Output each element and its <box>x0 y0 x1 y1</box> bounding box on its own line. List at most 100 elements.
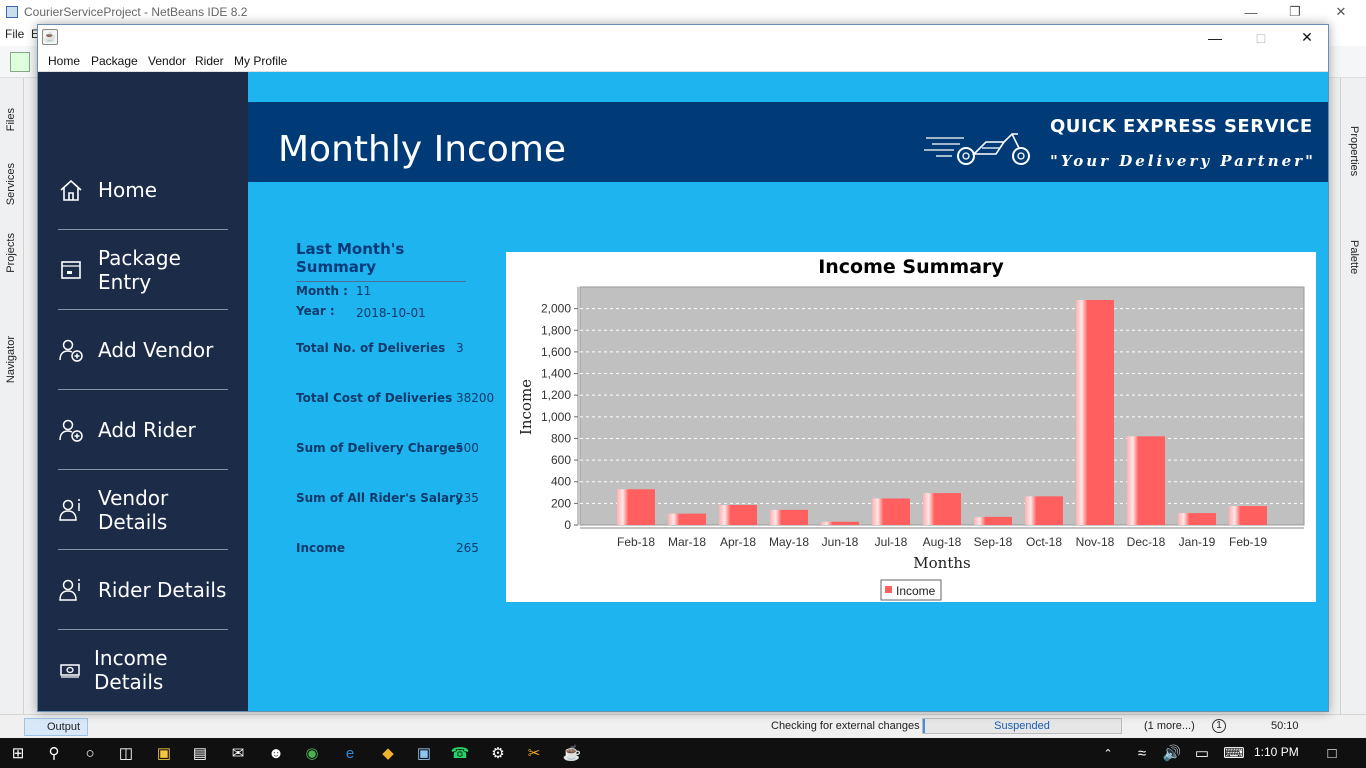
y-tick-label: 1,000 <box>541 410 571 424</box>
tab-services[interactable]: Services <box>5 163 17 205</box>
new-project-icon[interactable] <box>10 52 30 72</box>
sidebar-item-label: Add Rider <box>98 417 196 442</box>
sidebar-item-home[interactable]: Home <box>58 150 228 230</box>
sidebar-item-add-rider[interactable]: Add Rider <box>58 390 228 470</box>
sidebar-item-label: Vendor Details <box>98 485 169 534</box>
income-chart-panel: Income Summary 0 200 400 600 800 1,000 1,200 1,4… <box>506 252 1316 602</box>
app-maximize-button[interactable]: □ <box>1238 25 1284 50</box>
chrome-icon[interactable]: ◉ <box>302 743 322 763</box>
x-tick-label: Dec-18 <box>1127 535 1166 549</box>
bar <box>770 509 808 525</box>
bar <box>617 489 655 525</box>
bar <box>668 513 706 525</box>
notification-center-icon[interactable]: □ <box>1322 743 1342 763</box>
netbeans-task-icon[interactable]: ▣ <box>414 743 434 763</box>
ide-minimize-button[interactable]: — <box>1228 0 1274 24</box>
y-tick-label: 1,200 <box>541 388 571 402</box>
keyboard-icon[interactable]: ⌨ <box>1223 743 1245 763</box>
bar <box>872 498 910 525</box>
add-user-icon <box>58 337 84 363</box>
ide-right-strip: Properties Palette <box>1340 78 1366 718</box>
java-task-icon[interactable]: ☕ <box>562 743 582 763</box>
cortana-icon[interactable]: ○ <box>80 743 100 763</box>
x-tick-label: Mar-18 <box>668 535 706 549</box>
task-view-icon[interactable]: ◫ <box>116 743 136 763</box>
sidebar-item-income-details[interactable]: Income Details <box>58 630 228 710</box>
cost-value: 38200 <box>456 391 495 405</box>
user-info-icon <box>58 497 84 523</box>
menu-rider[interactable]: Rider <box>195 54 224 68</box>
start-icon[interactable]: ⊞ <box>8 743 28 763</box>
ide-close-button[interactable]: ✕ <box>1318 0 1364 24</box>
settings-icon[interactable]: ⚙ <box>488 743 508 763</box>
sidebar-item-add-vendor[interactable]: Add Vendor <box>58 310 228 390</box>
app-menubar: Home Package Vendor Rider My Profile <box>38 50 1328 72</box>
x-tick-label: Nov-18 <box>1076 535 1115 549</box>
app-minimize-button[interactable]: — <box>1192 25 1238 50</box>
edge-icon[interactable]: e <box>340 743 360 763</box>
people-icon[interactable]: ☻ <box>266 743 286 763</box>
taskbar: ⊞ ⚲ ○ ◫ ▣ ▤ ✉ ☻ ◉ e ◆ ▣ ☎ ⚙ ✂ ☕ ⌃ ≈ 🔊 ▭ … <box>0 738 1366 768</box>
wifi-icon[interactable]: ≈ <box>1132 743 1152 763</box>
tab-palette[interactable]: Palette <box>1348 240 1360 274</box>
notifications-badge[interactable]: 1 <box>1212 719 1226 733</box>
tab-navigator[interactable]: Navigator <box>5 336 17 383</box>
delivery-bike-logo <box>924 133 1030 165</box>
y-tick-label: 400 <box>551 475 571 489</box>
tab-projects[interactable]: Projects <box>5 233 17 273</box>
battery-icon[interactable]: ▭ <box>1192 743 1212 763</box>
page-title: Monthly Income <box>278 129 567 170</box>
y-tick-label: 1,600 <box>541 345 571 359</box>
tab-files[interactable]: Files <box>5 108 17 131</box>
x-tick-label: Feb-19 <box>1229 535 1267 549</box>
mail-icon[interactable]: ✉ <box>228 743 248 763</box>
clock[interactable]: 1:10 PM <box>1254 745 1299 759</box>
deliveries-value: 3 <box>456 341 464 355</box>
ide-menu-file[interactable]: File <box>5 27 24 41</box>
legend-swatch <box>885 586 892 593</box>
store-icon[interactable]: ▤ <box>190 743 210 763</box>
sidebar-item-vendor-details[interactable]: Vendor Details <box>58 470 228 550</box>
y-tick-label: 1,800 <box>541 323 571 337</box>
x-tick-label: Oct-18 <box>1026 535 1062 549</box>
y-tick-label: 2,000 <box>541 302 571 316</box>
ide-title: CourierServiceProject - NetBeans IDE 8.2 <box>24 5 248 19</box>
deliveries-label: Total No. of Deliveries <box>296 341 446 355</box>
caret-position: 50:10 <box>1271 720 1299 732</box>
month-label: Month : <box>296 284 348 298</box>
search-icon[interactable]: ⚲ <box>44 743 64 763</box>
tab-properties[interactable]: Properties <box>1348 126 1360 176</box>
snipping-tool-icon[interactable]: ✂ <box>524 743 544 763</box>
netbeans-icon <box>6 6 18 18</box>
bar <box>974 516 1012 525</box>
bar <box>1229 506 1267 525</box>
bar <box>719 504 757 525</box>
java-icon: ☕ <box>42 29 58 45</box>
sidebar-item-label: Income Details <box>94 646 168 694</box>
menu-vendor[interactable]: Vendor <box>148 54 186 68</box>
sidebar-item-rider-details[interactable]: Rider Details <box>58 550 228 630</box>
more-tasks-link[interactable]: (1 more...) <box>1144 720 1195 732</box>
volume-icon[interactable]: 🔊 <box>1162 743 1182 763</box>
menu-home[interactable]: Home <box>48 54 80 68</box>
user-info-icon <box>58 577 84 603</box>
git-icon[interactable]: ◆ <box>378 743 398 763</box>
whatsapp-icon[interactable]: ☎ <box>450 743 470 763</box>
output-tab[interactable]: Output <box>24 718 88 736</box>
menu-package[interactable]: Package <box>91 54 138 68</box>
sidebar-item-label: Package Entry <box>98 245 181 294</box>
ide-maximize-button[interactable]: ❐ <box>1272 0 1318 24</box>
brand-tagline: "Your Delivery Partner" <box>1050 152 1316 170</box>
menu-my-profile[interactable]: My Profile <box>234 54 287 68</box>
sidebar-item-package-entry[interactable]: Package Entry <box>58 230 228 310</box>
sidebar-item-label: Home <box>98 177 158 202</box>
app-close-button[interactable]: ✕ <box>1284 25 1328 50</box>
x-tick-label: Aug-18 <box>923 535 962 549</box>
file-explorer-icon[interactable]: ▣ <box>154 743 174 763</box>
tray-chevron-icon[interactable]: ⌃ <box>1098 743 1118 763</box>
brand-name: QUICK EXPRESS SERVICE <box>1050 116 1313 137</box>
header-banner: Monthly Income QUICK EXPRESS SERVICE "Yo… <box>248 102 1328 182</box>
bar <box>821 521 859 525</box>
sidebar: Home Package Entry Add Vendor Add Rider … <box>38 72 248 711</box>
x-tick-label: Sep-18 <box>974 535 1013 549</box>
